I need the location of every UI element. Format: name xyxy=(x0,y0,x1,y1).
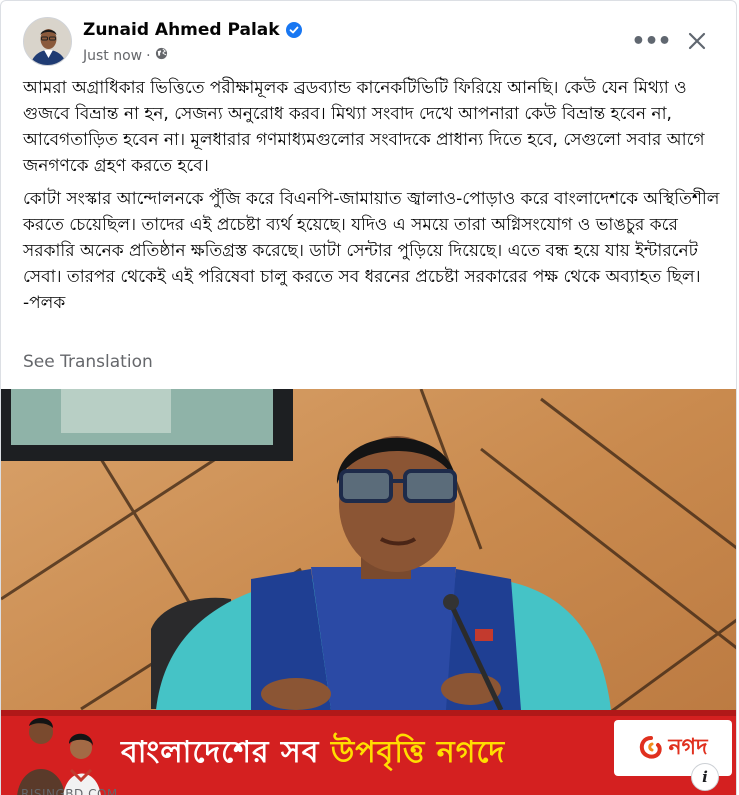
banner-text-part-1: বাংলাদেশের সব xyxy=(121,735,331,770)
avatar-portrait xyxy=(24,18,71,65)
link-preview-image[interactable]: বাংলাদেশের সব উপবৃত্তি নগদে নগদ i RISING… xyxy=(1,389,736,795)
info-button[interactable]: i xyxy=(691,763,719,791)
facebook-post-card: Zunaid Ahmed Palak Just now · ••• আমরা অ xyxy=(0,0,737,795)
post-meta: Just now · xyxy=(83,47,168,64)
close-icon xyxy=(688,32,706,50)
close-button[interactable] xyxy=(681,25,713,57)
post-paragraph-1: আমরা অগ্রাধিকার ভিত্তিতে পরীক্ষামূলক ব্র… xyxy=(23,78,705,176)
link-source-domain[interactable]: RISINGBD.COM xyxy=(21,787,118,795)
author-name[interactable]: Zunaid Ahmed Palak xyxy=(83,20,280,40)
brand-name: নগদ xyxy=(668,734,708,760)
banner-headline: বাংলাদেশের সব উপবৃত্তি নগদে xyxy=(121,728,505,779)
promo-banner: বাংলাদেশের সব উপবৃত্তি নগদে নগদ xyxy=(1,710,736,795)
banner-text-part-2: উপবৃত্তি নগদে xyxy=(330,735,506,770)
post-header: Zunaid Ahmed Palak Just now · ••• xyxy=(1,1,736,73)
post-paragraph-2: কোটা সংস্কার আন্দোলনকে পুঁজি করে বিএনপি-… xyxy=(23,189,720,313)
nagad-swirl-icon xyxy=(640,736,663,759)
more-options-button[interactable]: ••• xyxy=(631,25,671,57)
author-avatar[interactable] xyxy=(23,17,72,66)
post-timestamp[interactable]: Just now xyxy=(83,48,142,64)
author-row: Zunaid Ahmed Palak xyxy=(83,20,302,40)
globe-icon[interactable] xyxy=(155,47,168,64)
verified-badge-icon xyxy=(285,22,302,38)
see-translation-link[interactable]: See Translation xyxy=(23,352,153,372)
meta-separator: · xyxy=(146,47,151,64)
